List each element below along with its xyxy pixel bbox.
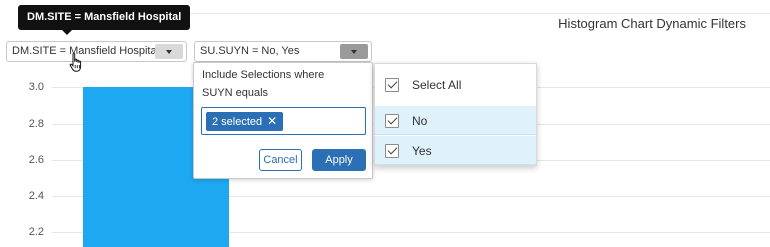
chevron-down-icon[interactable] <box>155 44 183 59</box>
checkbox-checked-icon[interactable] <box>385 114 399 128</box>
y-tick-label: 2.2 <box>28 226 44 238</box>
hand-cursor-icon <box>69 53 82 72</box>
close-icon[interactable]: ✕ <box>267 112 277 131</box>
suyn-filter-panel: Include Selections where SUYN equals 2 s… <box>193 62 373 179</box>
suyn-filter-label: SU.SUYN = No, Yes <box>200 45 300 57</box>
y-tick-label: 2.4 <box>28 190 44 202</box>
option-label: No <box>412 114 428 128</box>
panel-instruction: Include Selections where <box>202 69 325 81</box>
apply-button[interactable]: Apply <box>312 149 366 171</box>
y-tick-label: 2.6 <box>28 154 44 166</box>
site-filter-label: DM.SITE = Mansfield Hospital <box>12 45 160 57</box>
tooltip-arrow <box>62 30 72 35</box>
checkbox-checked-icon[interactable] <box>385 78 399 92</box>
chevron-down-icon[interactable] <box>340 44 368 59</box>
y-tick-label: 2.8 <box>28 118 44 130</box>
chart-title: Histogram Chart Dynamic Filters <box>558 16 746 31</box>
cancel-button[interactable]: Cancel <box>259 149 302 171</box>
panel-field-label: SUYN equals <box>202 87 269 99</box>
site-filter-tooltip: DM.SITE = Mansfield Hospital <box>18 5 191 30</box>
checkbox-checked-icon[interactable] <box>385 144 399 158</box>
site-filter-dropdown[interactable]: DM.SITE = Mansfield Hospital <box>6 41 187 62</box>
option-label: Select All <box>412 78 462 92</box>
option-no[interactable]: No <box>375 106 536 135</box>
option-label: Yes <box>412 144 432 158</box>
selection-input[interactable]: 2 selected ✕ <box>201 107 366 135</box>
selection-chip: 2 selected ✕ <box>206 112 284 131</box>
options-list: Select All No Yes <box>374 63 537 166</box>
y-tick-label: 3.0 <box>28 81 44 93</box>
option-yes[interactable]: Yes <box>375 136 536 165</box>
select-all-option[interactable]: Select All <box>375 70 536 99</box>
selection-chip-label: 2 selected <box>212 116 263 128</box>
suyn-filter-dropdown[interactable]: SU.SUYN = No, Yes <box>194 41 372 62</box>
